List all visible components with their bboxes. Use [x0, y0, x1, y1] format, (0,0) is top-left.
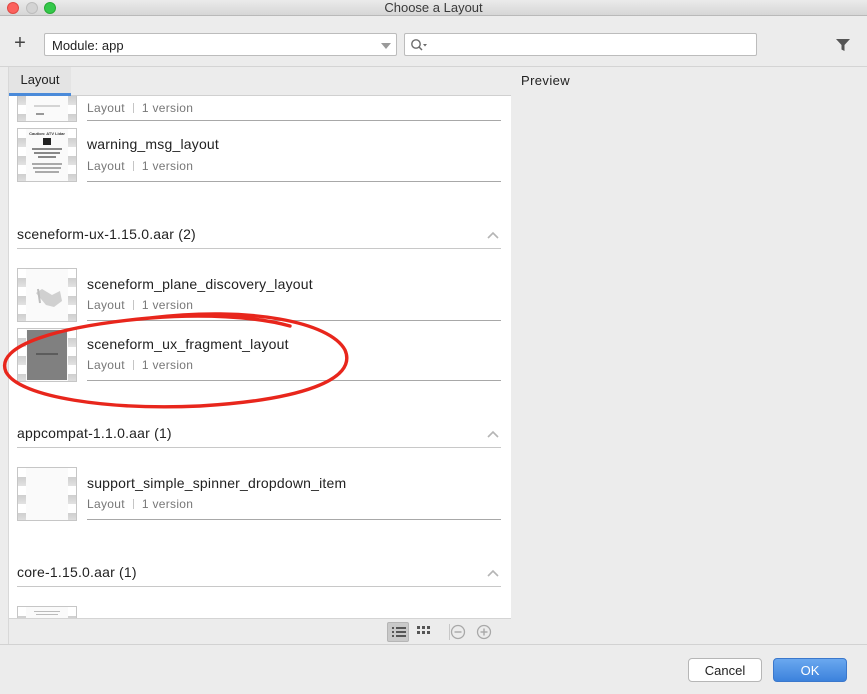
module-select-value: Module: app — [52, 38, 124, 53]
list-item-meta: Layout 1 version — [87, 101, 193, 115]
dialog-footer: Cancel OK — [0, 644, 867, 694]
window-title: Choose a Layout — [384, 0, 483, 15]
list-item-meta: Layout 1 version — [87, 358, 193, 372]
list-item-meta: Layout 1 version — [87, 497, 193, 511]
layout-thumbnail — [17, 328, 77, 382]
list-view-icon — [392, 627, 406, 637]
list-item[interactable]: Caution: ATV Lidar warning_msg_layout La… — [9, 127, 511, 183]
list-item-name: support_simple_spinner_dropdown_item — [87, 475, 347, 491]
list-item-type: Layout — [87, 497, 125, 511]
layout-thumbnail — [17, 467, 77, 521]
zoom-out-icon[interactable] — [449, 623, 467, 641]
search-input[interactable] — [429, 36, 749, 53]
group-divider — [17, 248, 501, 249]
layout-thumbnail — [17, 96, 77, 122]
list-item[interactable]: sceneform_plane_discovery_layout Layout 1… — [9, 267, 511, 323]
plus-icon: + — [14, 32, 26, 54]
list-item-name: warning_msg_layout — [87, 136, 220, 152]
group-header: sceneform-ux-1.15.0.aar (2) — [17, 226, 196, 242]
list-item-meta: Layout 1 version — [87, 298, 193, 312]
layout-thumbnail: Caution: ATV Lidar — [17, 128, 77, 182]
list-item[interactable] — [9, 605, 511, 618]
window-titlebar: Choose a Layout — [0, 0, 867, 16]
list-item-versions: 1 version — [141, 101, 194, 115]
zoom-in-icon[interactable] — [475, 623, 493, 641]
list-view-button[interactable] — [387, 622, 409, 642]
group-divider — [17, 586, 501, 587]
tab-layout[interactable]: Layout — [9, 67, 71, 96]
row-divider — [87, 120, 501, 121]
layout-thumbnail — [17, 606, 77, 618]
group-divider — [17, 447, 501, 448]
row-divider — [87, 380, 501, 381]
search-box — [404, 33, 757, 56]
chevron-up-icon[interactable] — [486, 230, 500, 240]
row-divider — [87, 320, 501, 321]
layout-thumbnail — [17, 268, 77, 322]
search-icon[interactable] — [410, 38, 428, 52]
list-item-type: Layout — [87, 101, 125, 115]
chevron-up-icon[interactable] — [486, 429, 500, 439]
list-item-type: Layout — [87, 298, 125, 312]
grid-view-button[interactable] — [413, 622, 435, 642]
list-item[interactable]: sceneform_ux_fragment_layout Layout 1 ver… — [9, 327, 511, 383]
ok-button[interactable]: OK — [773, 658, 847, 682]
row-divider — [87, 519, 501, 520]
list-item-versions: 1 version — [141, 298, 194, 312]
list-item-versions: 1 version — [141, 497, 194, 511]
thumbnail-caption: Caution: ATV Lidar — [29, 131, 65, 136]
filter-icon[interactable] — [835, 38, 851, 52]
layout-list[interactable]: Layout 1 version Caution: ATV Lidar warni… — [9, 96, 511, 618]
layout-list-panel: Layout Layout 1 version Caution: ATV Lida… — [8, 67, 511, 644]
cancel-button[interactable]: Cancel — [688, 658, 762, 682]
list-bottom-bar — [9, 618, 511, 644]
toolbar: + Module: app — [0, 17, 867, 67]
add-button[interactable]: + — [10, 32, 30, 56]
list-item-type: Layout — [87, 159, 125, 173]
list-item-name: sceneform_ux_fragment_layout — [87, 336, 289, 352]
hand-icon — [36, 288, 62, 307]
list-item-meta: Layout 1 version — [87, 159, 193, 173]
chevron-down-icon — [381, 43, 391, 49]
row-divider — [87, 181, 501, 182]
list-item-type: Layout — [87, 358, 125, 372]
module-select[interactable]: Module: app — [44, 33, 397, 56]
list-item[interactable]: Layout 1 version — [9, 96, 511, 122]
list-item-versions: 1 version — [141, 358, 194, 372]
chevron-up-icon[interactable] — [486, 568, 500, 578]
grid-view-icon — [417, 626, 430, 634]
list-item[interactable]: support_simple_spinner_dropdown_item Lay… — [9, 466, 511, 522]
preview-label: Preview — [521, 73, 571, 88]
preview-panel: Preview — [512, 67, 867, 644]
group-header: core-1.15.0.aar (1) — [17, 564, 137, 580]
list-item-versions: 1 version — [141, 159, 194, 173]
group-header: appcompat-1.1.0.aar (1) — [17, 425, 172, 441]
tab-bar: Layout — [9, 67, 511, 96]
list-item-name: sceneform_plane_discovery_layout — [87, 276, 313, 292]
